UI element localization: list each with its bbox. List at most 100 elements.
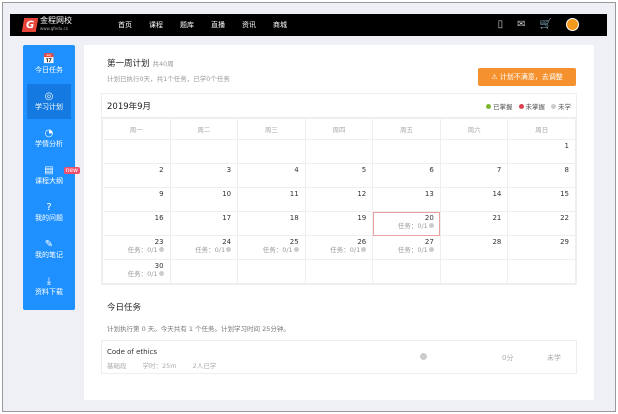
calendar-day[interactable]: 14 — [439, 187, 509, 212]
day-number: 3 — [226, 166, 232, 174]
calendar-day[interactable]: 2 — [102, 163, 171, 188]
calendar-day[interactable]: 24 任务：0/1 — [169, 235, 239, 260]
calendar-day[interactable]: 23 任务：0/1 — [102, 235, 171, 260]
nav-item[interactable]: 商城 — [273, 20, 287, 30]
sidebar-item[interactable]: ◎ 学习计划 — [27, 84, 71, 119]
calendar-day[interactable]: 7 — [439, 163, 509, 188]
day-number: 4 — [294, 166, 299, 174]
day-task-count: 任务：0/1 — [373, 222, 434, 230]
sidebar-item-label: 我的笔记 — [35, 251, 63, 259]
sidebar-item[interactable]: ? 我的问题 — [27, 195, 71, 230]
nav-item[interactable]: 直播 — [211, 20, 225, 30]
nav-item[interactable]: 首页 — [118, 20, 132, 30]
weekday-header: 周六 — [439, 118, 509, 140]
calendar-day — [304, 139, 374, 164]
day-task-count: 任务：0/1 — [103, 270, 164, 278]
day-number: 5 — [361, 166, 367, 174]
calendar-day[interactable]: 1 — [507, 139, 576, 164]
calendar-day[interactable]: 21 — [439, 211, 509, 236]
task-name[interactable]: Code of ethics — [107, 348, 157, 356]
calendar-day[interactable]: 25 任务：0/1 — [237, 235, 306, 260]
calendar-day[interactable]: 9 — [102, 187, 171, 212]
sidebar-item-label: 学情分析 — [35, 140, 63, 148]
status-dot-icon — [158, 247, 164, 252]
calendar-day — [507, 259, 576, 284]
calendar-day[interactable]: 16 — [102, 211, 171, 236]
calendar-day[interactable]: 3 — [169, 163, 239, 188]
day-number: 6 — [429, 166, 434, 174]
sidebar-item[interactable]: ▤ 课程大纲 new — [27, 158, 80, 193]
logo[interactable]: G 金程网校 www.gfedu.cn — [21, 17, 72, 33]
calendar-icon: 📅 — [42, 54, 56, 65]
avatar[interactable] — [566, 18, 579, 31]
task-status: 未学 — [547, 354, 561, 362]
calendar-day[interactable]: 27 任务：0/1 — [372, 235, 441, 260]
calendar-day[interactable]: 19 — [304, 211, 374, 236]
day-task-count: 任务：0/1 — [373, 246, 434, 254]
calendar-day[interactable]: 6 — [372, 163, 441, 188]
plan-summary: 计划已执行0天，共1个任务，已学0个任务 — [107, 75, 230, 83]
weekday-header: 周五 — [372, 118, 441, 140]
day-number: 11 — [289, 190, 299, 198]
task-label: 任务：0/1 — [397, 246, 428, 254]
calendar-day[interactable]: 29 — [507, 235, 576, 260]
calendar-day[interactable]: 11 — [237, 187, 306, 212]
nav-item[interactable]: 题库 — [180, 20, 194, 30]
calendar-day[interactable]: 5 — [304, 163, 374, 188]
adjust-plan-button[interactable]: ⚠ 计划不满意，去调整 — [478, 68, 576, 86]
calendar-day[interactable]: 28 — [439, 235, 509, 260]
cart-icon[interactable]: 🛒 — [540, 19, 552, 30]
nav-item[interactable]: 课程 — [149, 20, 163, 30]
day-number: 30 — [154, 262, 164, 270]
day-number: 27 — [424, 238, 434, 246]
calendar-month: 2019年9月 — [107, 101, 152, 112]
calendar-day[interactable]: 22 — [507, 211, 576, 236]
task-label: 任务：0/1 — [195, 246, 226, 254]
calendar-day[interactable]: 26 任务：0/1 — [304, 235, 374, 260]
day-number: 2 — [159, 166, 164, 174]
task-item[interactable]: Code of ethics 基础段 学时：25m 2人已学 0分 未学 — [101, 340, 577, 374]
legend-dot-icon — [486, 103, 491, 109]
calendar-day[interactable]: 20 任务：0/1 — [372, 211, 441, 236]
status-dot-icon — [428, 247, 434, 252]
calendar-day — [237, 139, 306, 164]
sidebar-item[interactable]: ⤓ 资料下载 — [27, 269, 71, 304]
sidebar-item[interactable]: 📅 今日任务 — [27, 47, 71, 82]
calendar-day[interactable]: 17 — [169, 211, 239, 236]
message-icon[interactable]: ✉ — [517, 19, 525, 30]
calendar-day[interactable]: 4 — [237, 163, 306, 188]
status-dot-icon — [293, 247, 299, 252]
warning-icon: ⚠ — [491, 73, 500, 81]
legend-label: 未掌握 — [525, 102, 546, 111]
calendar-day[interactable]: 13 — [372, 187, 441, 212]
calendar-day[interactable]: 18 — [237, 211, 306, 236]
day-task-count: 任务：0/1 — [306, 246, 367, 254]
calendar-day — [372, 139, 441, 164]
calendar-day[interactable]: 12 — [304, 187, 374, 212]
day-number: 15 — [560, 190, 569, 198]
day-number: 10 — [222, 190, 232, 198]
task-label: 任务：0/1 — [127, 270, 158, 278]
play-icon[interactable] — [420, 353, 427, 360]
task-label: 任务：0/1 — [262, 246, 293, 254]
calendar-week: 1 — [102, 139, 576, 164]
day-number: 8 — [564, 166, 569, 174]
sidebar-item[interactable]: ✎ 我的笔记 — [27, 232, 71, 267]
mobile-icon[interactable]: ▯ — [498, 19, 504, 30]
calendar-day — [102, 139, 171, 164]
calendar-day[interactable]: 10 — [169, 187, 239, 212]
calendar-week: 30 任务：0/1 — [102, 259, 576, 284]
nav-item[interactable]: 资讯 — [242, 20, 256, 30]
calendar-day[interactable]: 15 — [507, 187, 576, 212]
legend-item: 已掌握 — [486, 101, 513, 111]
legend-dot-icon — [518, 103, 524, 109]
calendar-day[interactable]: 8 — [507, 163, 576, 188]
status-dot-icon — [158, 271, 164, 276]
day-number: 16 — [154, 214, 164, 222]
chart-icon: ◔ — [44, 128, 54, 139]
day-number: 20 — [424, 214, 434, 222]
calendar-day — [439, 259, 509, 284]
calendar-day[interactable]: 30 任务：0/1 — [102, 259, 171, 284]
legend-dot-icon — [551, 103, 556, 109]
sidebar-item[interactable]: ◔ 学情分析 — [27, 121, 71, 156]
